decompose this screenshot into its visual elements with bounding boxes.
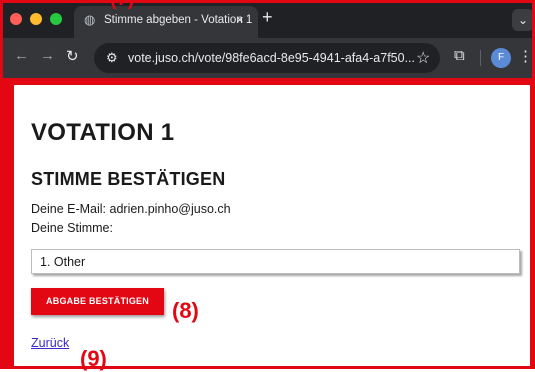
window-minimize-button[interactable] — [30, 13, 42, 25]
forward-arrow-icon[interactable]: → — [40, 47, 55, 64]
section-title: STIMME BESTÄTIGEN — [31, 169, 226, 189]
tab-strip: ◍ Stimme abgeben - Votation 1 × + ⌄ — [0, 0, 535, 38]
browser-toolbar: ← → ↻ ⚙ vote.juso.ch/vote/98fe6acd-8e95-… — [0, 38, 535, 78]
site-settings-icon[interactable]: ⚙ — [106, 50, 118, 66]
page-background: VOTATION 1 STIMME BESTÄTIGEN Deine E-Mai… — [0, 78, 535, 369]
bookmark-star-icon[interactable]: ☆ — [416, 48, 430, 68]
window-close-button[interactable] — [10, 13, 22, 25]
reload-icon[interactable]: ↻ — [66, 47, 79, 65]
address-bar[interactable]: ⚙ vote.juso.ch/vote/98fe6acd-8e95-4941-a… — [94, 43, 440, 73]
window-maximize-button[interactable] — [50, 13, 62, 25]
new-tab-button[interactable]: + — [262, 7, 273, 28]
page-title: VOTATION 1 — [31, 119, 175, 146]
content-card: VOTATION 1 STIMME BESTÄTIGEN Deine E-Mai… — [14, 85, 530, 369]
tab-title: Stimme abgeben - Votation 1 — [104, 14, 253, 26]
tab-close-icon[interactable]: × — [236, 12, 244, 27]
extensions-icon[interactable]: ⧉ — [454, 47, 465, 64]
profile-avatar[interactable]: F — [491, 48, 511, 68]
tab-search-button[interactable]: ⌄ — [512, 9, 534, 31]
email-info: Deine E-Mail: adrien.pinho@juso.ch — [31, 202, 231, 216]
toolbar-divider — [480, 50, 481, 66]
back-link[interactable]: Zurück — [31, 336, 69, 350]
vote-label: Deine Stimme: — [31, 221, 113, 235]
url-text: vote.juso.ch/vote/98fe6acd-8e95-4941-afa… — [128, 51, 416, 65]
more-menu-icon[interactable]: ⋮ — [518, 47, 533, 65]
globe-icon: ◍ — [84, 12, 96, 27]
confirm-vote-button[interactable]: ABGABE BESTÄTIGEN — [31, 288, 164, 315]
annotation-marker-9: (9) — [80, 346, 107, 371]
selected-choice-box: 1. Other — [31, 249, 520, 274]
annotation-marker-7: (7) — [110, 0, 134, 11]
back-arrow-icon[interactable]: ← — [14, 47, 29, 64]
browser-tab[interactable]: ◍ Stimme abgeben - Votation 1 × — [74, 6, 258, 38]
annotation-marker-8: (8) — [172, 298, 199, 323]
